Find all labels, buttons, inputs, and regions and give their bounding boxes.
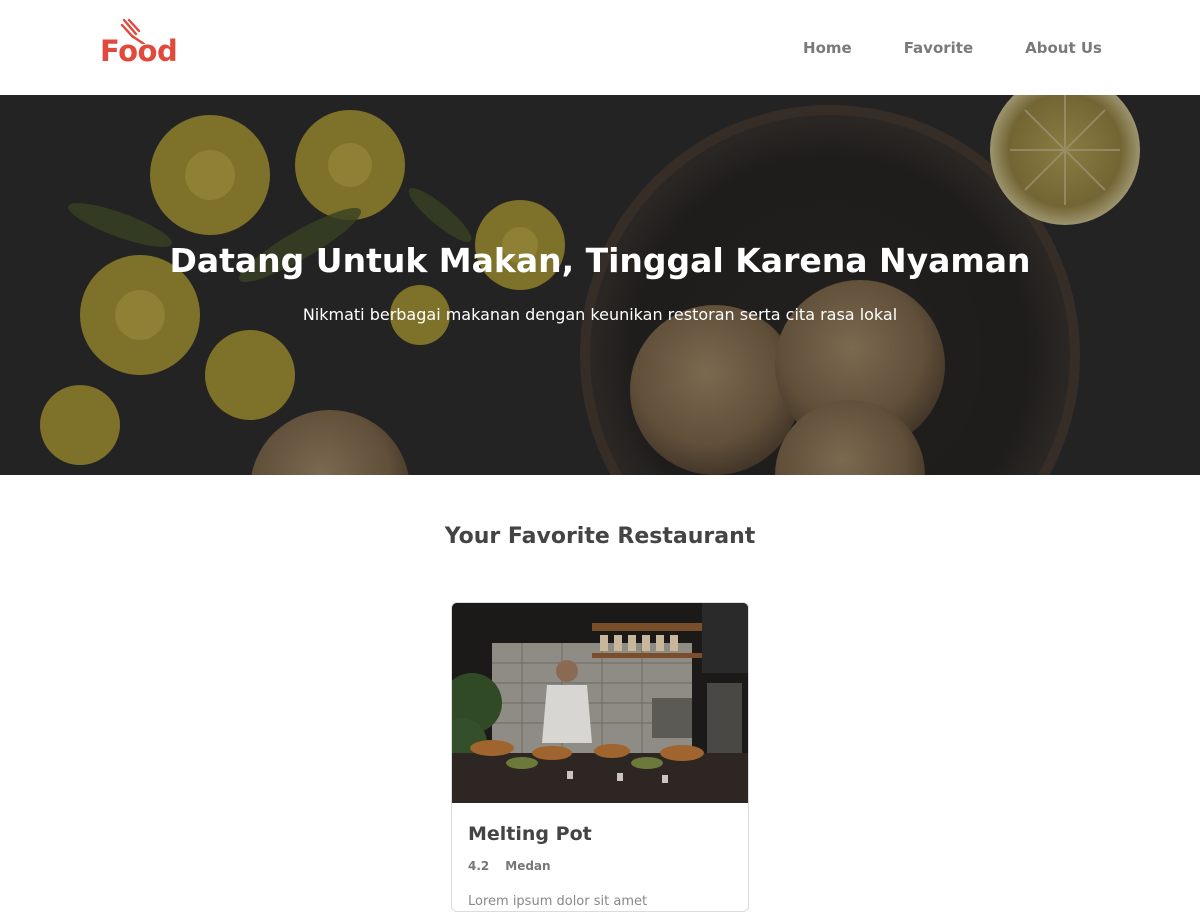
restaurant-meta: 4.2 Medan (468, 859, 551, 873)
brand-logo-text: Food (100, 34, 178, 68)
hero-overlay (0, 95, 1200, 475)
hero-title: Datang Untuk Makan, Tinggal Karena Nyama… (169, 241, 1031, 280)
nav-home[interactable]: Home (803, 39, 852, 57)
nav-about-us[interactable]: About Us (1025, 39, 1102, 57)
favorites-heading: Your Favorite Restaurant (444, 524, 756, 549)
restaurant-name[interactable]: Melting Pot (468, 823, 592, 845)
nav-favorite[interactable]: Favorite (904, 39, 973, 57)
restaurant-rating: 4.2 (468, 859, 490, 873)
main-nav: Home Favorite About Us (751, 0, 1102, 95)
restaurant-card[interactable]: Melting Pot 4.2 Medan Lorem ipsum dolor … (451, 602, 749, 912)
restaurant-city: Medan (505, 859, 551, 873)
restaurant-image (452, 603, 748, 803)
restaurant-description: Lorem ipsum dolor sit amet (468, 894, 648, 909)
hero-banner: Datang Untuk Makan, Tinggal Karena Nyama… (0, 95, 1200, 475)
app-header: Food Home Favorite About Us (0, 0, 1200, 95)
hero-subtitle: Nikmati berbagai makanan dengan keunikan… (302, 305, 898, 324)
brand-logo[interactable]: Food (100, 18, 180, 74)
